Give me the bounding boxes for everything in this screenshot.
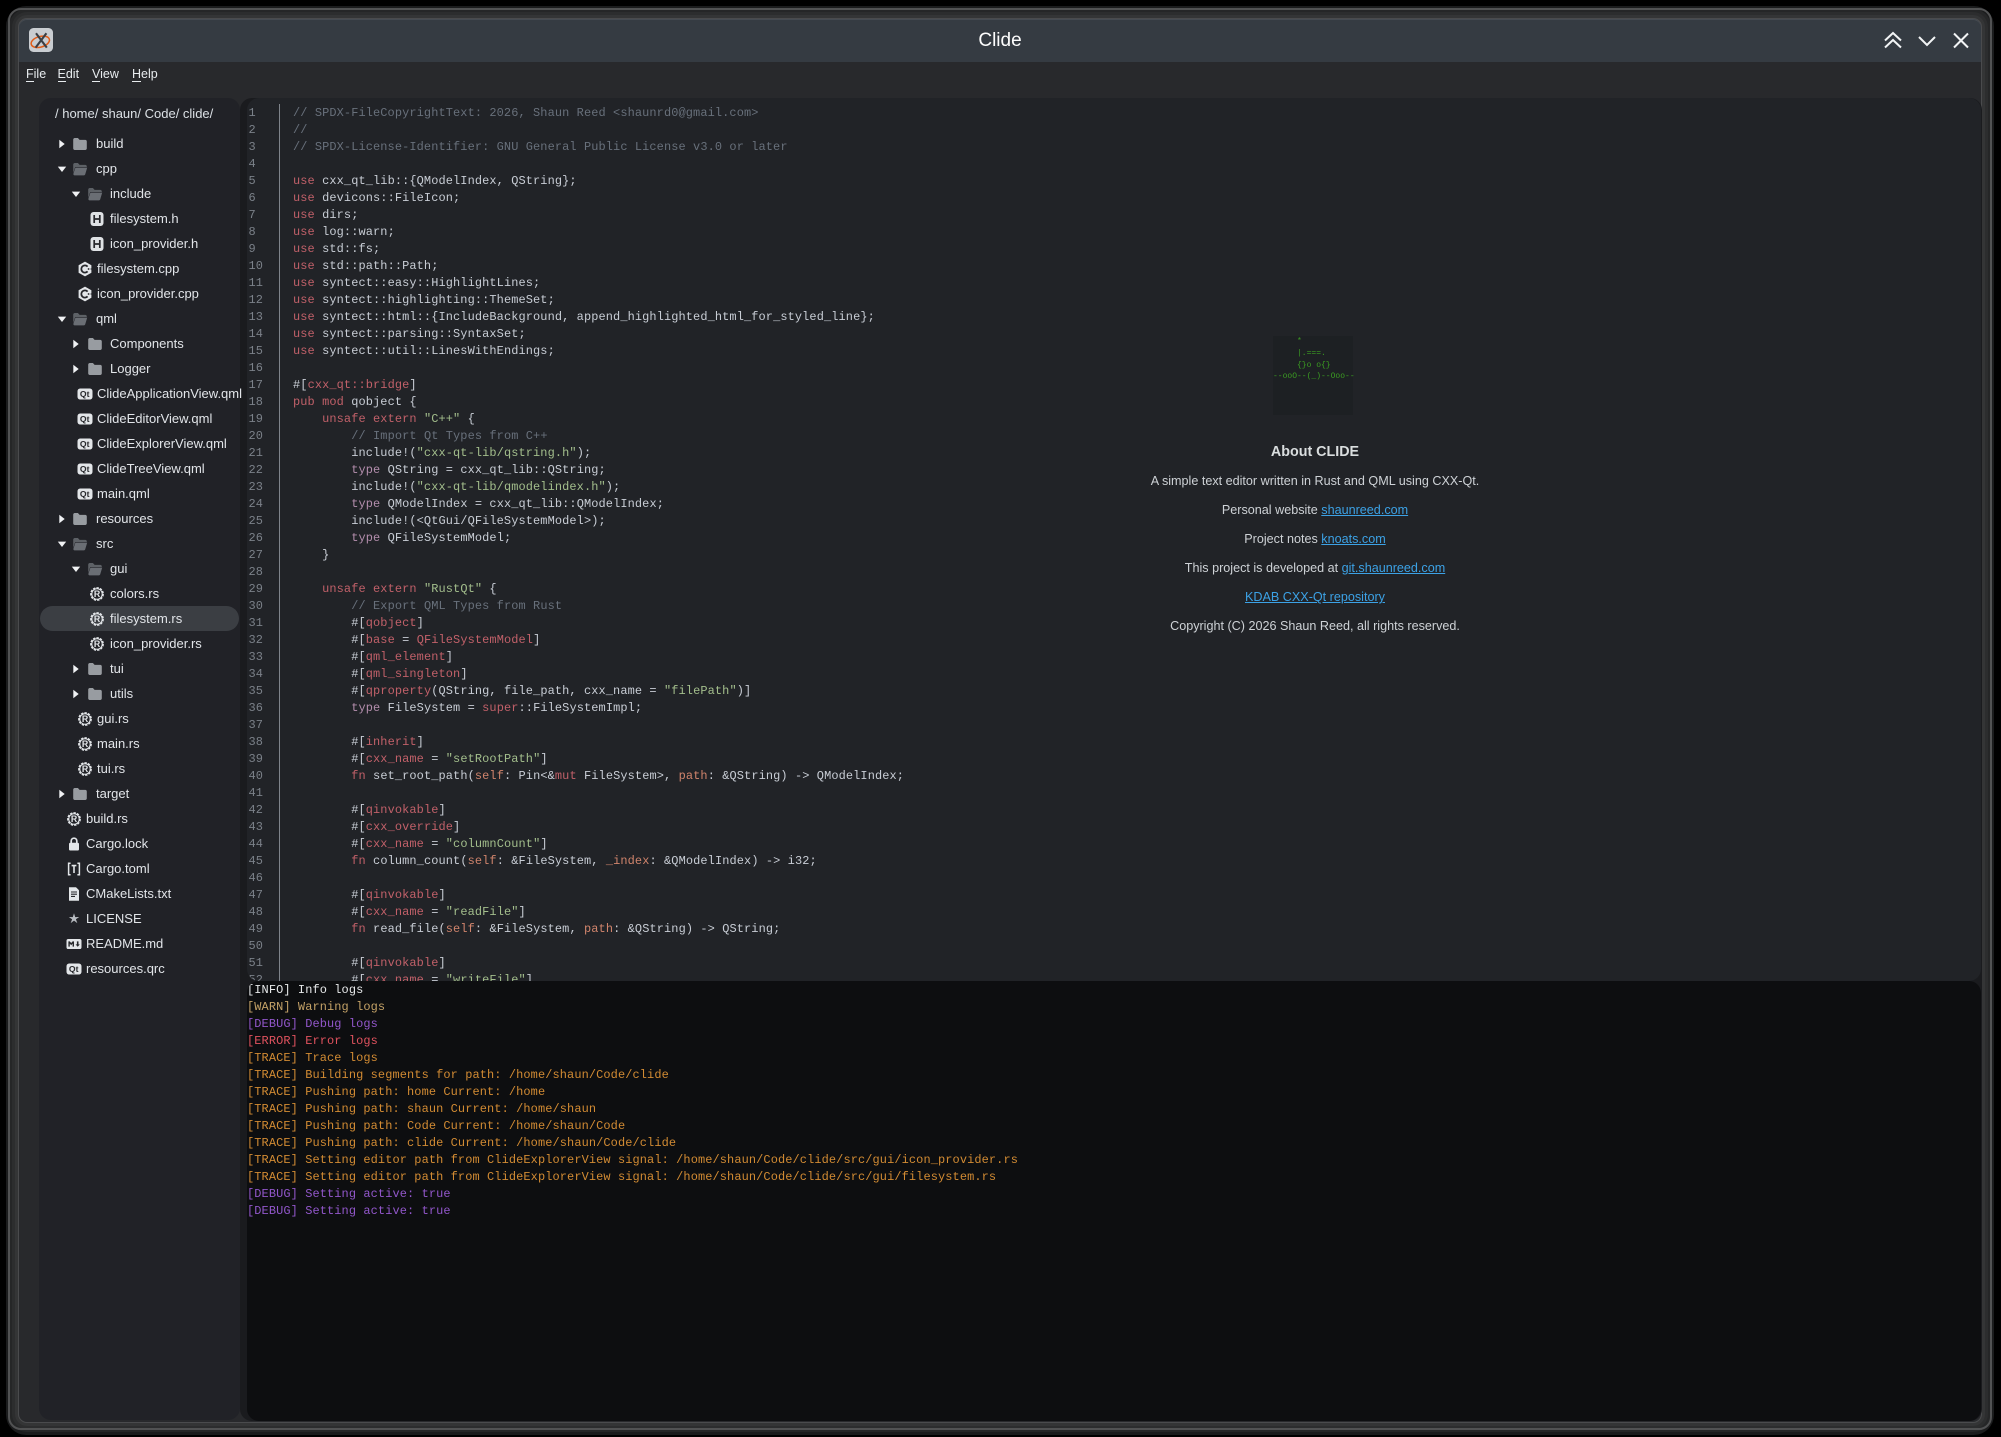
svg-text:R: R: [71, 814, 78, 824]
svg-text:R: R: [82, 764, 89, 774]
svg-text:R: R: [82, 714, 89, 724]
svg-text:Qt: Qt: [80, 489, 90, 499]
svg-text:Qt: Qt: [80, 464, 90, 474]
svg-text:R: R: [94, 614, 101, 624]
svg-text:Qt: Qt: [80, 439, 90, 449]
svg-text:Qt: Qt: [69, 964, 79, 974]
svg-text:R: R: [94, 589, 101, 599]
svg-text:R: R: [82, 739, 89, 749]
svg-text:Qt: Qt: [80, 414, 90, 424]
svg-text:Qt: Qt: [80, 389, 90, 399]
svg-text:R: R: [94, 639, 101, 649]
